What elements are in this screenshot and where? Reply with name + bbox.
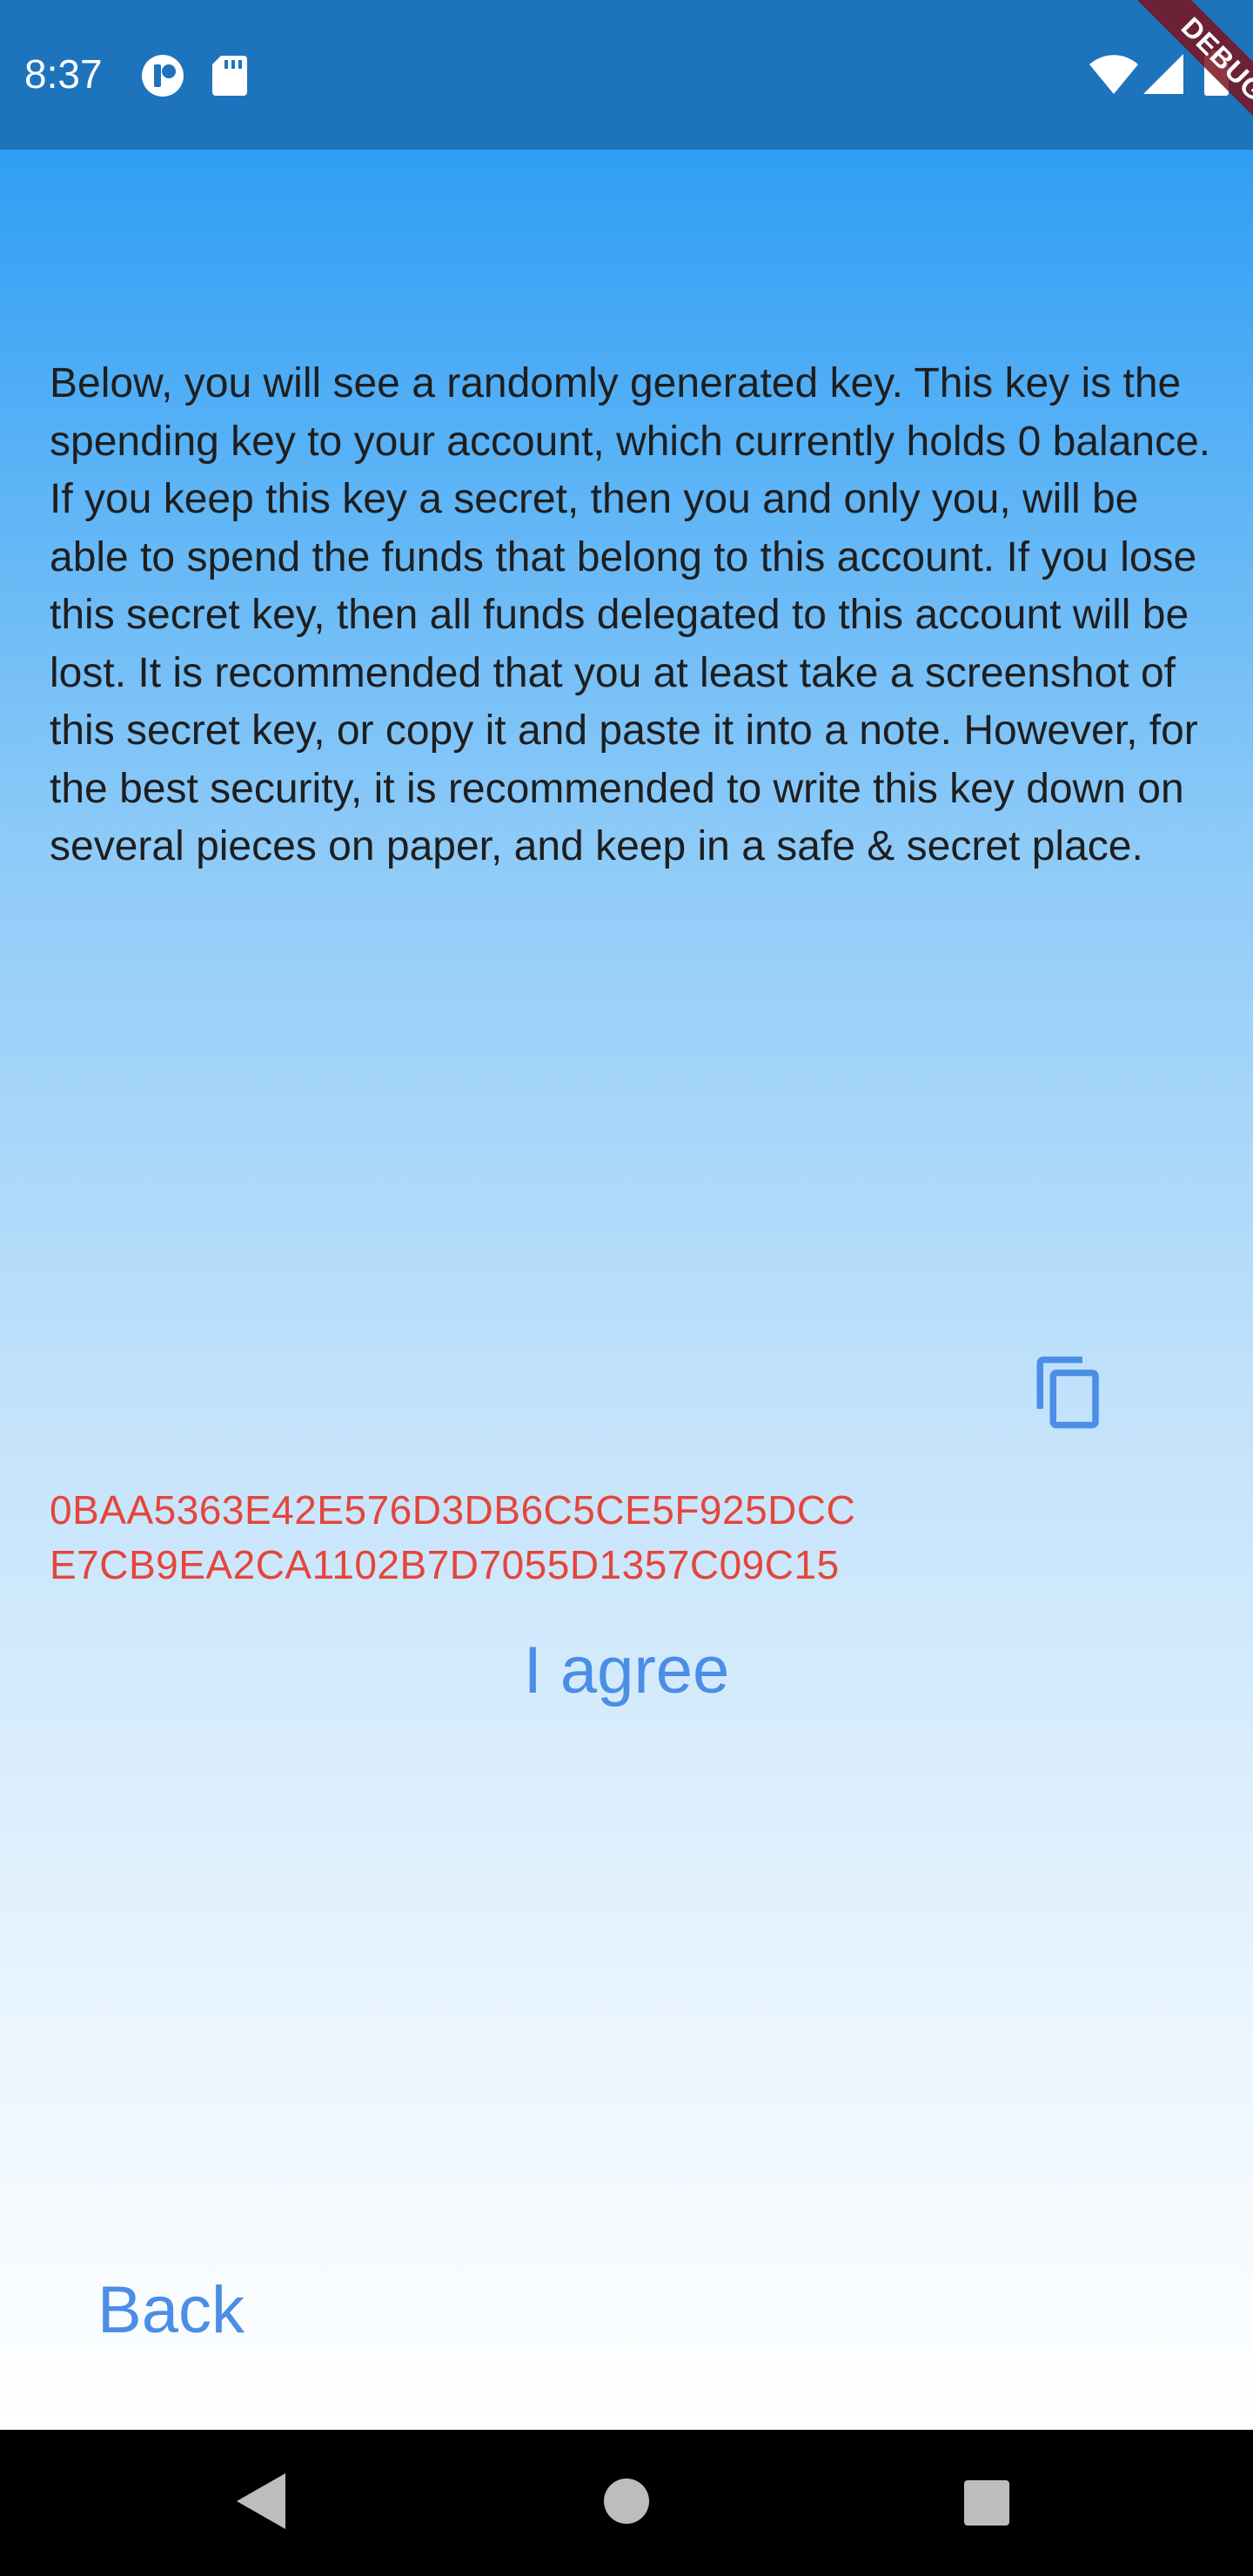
- debug-banner: DEBUG: [1079, 0, 1253, 174]
- back-triangle-icon[interactable]: [237, 2473, 285, 2533]
- android-nav-bar: [0, 2430, 1253, 2576]
- secret-key-line-1: 0BAA5363E42E576D3DB6C5CE5F925DCC: [50, 1487, 856, 1533]
- recents-square-icon[interactable]: [964, 2480, 1009, 2530]
- notification-app-icon: [141, 54, 184, 102]
- home-circle-icon[interactable]: [604, 2479, 649, 2528]
- agree-button[interactable]: I agree: [452, 1627, 801, 1714]
- status-time: 8:37: [24, 51, 103, 97]
- intro-text: Below, you will see a randomly generated…: [50, 360, 1211, 869]
- sd-card-icon: [212, 56, 247, 100]
- copy-key-button[interactable]: [1030, 1353, 1109, 1432]
- copy-icon: [1036, 1356, 1099, 1429]
- secret-key-line-2: E7CB9EA2CA1102B7D7055D1357C09C15: [50, 1542, 840, 1587]
- debug-label: DEBUG: [1117, 0, 1253, 165]
- status-bar: 8:37 DEBUG: [0, 0, 1253, 165]
- back-button[interactable]: Back: [97, 2271, 289, 2350]
